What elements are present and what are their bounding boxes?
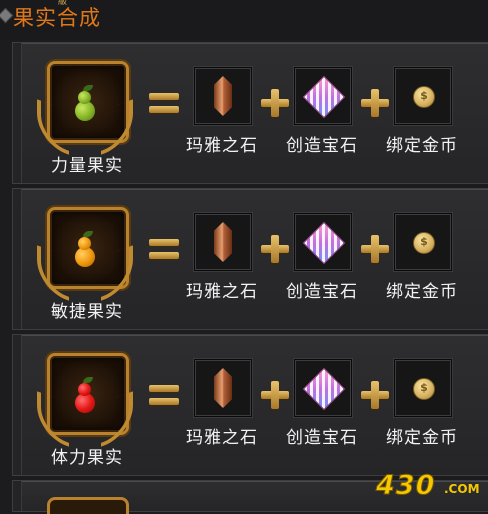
product-slot[interactable]: 力量果实: [37, 61, 137, 176]
recipe-row: 力量果实 玛雅之石 创造宝石 $ 绑定金币: [12, 42, 488, 184]
ingredient-slot-creation-gem[interactable]: [294, 213, 352, 271]
ingredient-slot-bound-gold[interactable]: $: [394, 213, 452, 271]
plus-icon: [361, 89, 389, 117]
product-slot[interactable]: 体力果实: [37, 353, 137, 468]
ingredient-slot-creation-gem[interactable]: [294, 67, 352, 125]
maya-stone-icon: [214, 368, 232, 408]
gold-coin-icon: $: [413, 86, 435, 108]
ingredient-slot-maya-stone[interactable]: [194, 67, 252, 125]
creation-gem-icon: [302, 221, 346, 265]
recipe-row: 敏捷果实 玛雅之石 创造宝石 $ 绑定金币: [12, 188, 488, 330]
ingredient-label: 玛雅之石: [186, 428, 258, 448]
gold-coin-icon: $: [413, 378, 435, 400]
site-watermark-logo: 430 .COM: [375, 470, 480, 502]
plus-icon: [361, 235, 389, 263]
row-edge: [13, 189, 22, 329]
maya-stone-icon: [214, 222, 232, 262]
equals-icon: [149, 93, 179, 115]
ingredient-label: 创造宝石: [286, 428, 358, 448]
plus-icon: [261, 89, 289, 117]
creation-gem-icon: [302, 367, 346, 411]
plus-icon: [261, 235, 289, 263]
ingredient-slot-creation-gem[interactable]: [294, 359, 352, 417]
product-frame: [47, 497, 129, 514]
ingredient-label: 玛雅之石: [186, 136, 258, 156]
creation-gem-icon: [302, 75, 346, 119]
row-edge: [13, 481, 22, 511]
header-badge: 級: [58, 0, 68, 7]
maya-stone-icon: [214, 76, 232, 116]
ingredient-label: 绑定金币: [386, 282, 458, 302]
ingredient-slot-maya-stone[interactable]: [194, 213, 252, 271]
plus-icon: [261, 381, 289, 409]
panel-header: 果实合成 級: [0, 0, 488, 40]
ingredient-label: 玛雅之石: [186, 282, 258, 302]
ingredient-slot-bound-gold[interactable]: $: [394, 67, 452, 125]
gold-coin-icon: $: [413, 232, 435, 254]
ingredient-label: 绑定金币: [386, 428, 458, 448]
equals-icon: [149, 385, 179, 407]
product-name: 体力果实: [51, 448, 123, 468]
ingredient-label: 创造宝石: [286, 282, 358, 302]
equals-icon: [149, 239, 179, 261]
ingredient-label: 绑定金币: [386, 136, 458, 156]
page-title: 果实合成: [13, 6, 101, 30]
product-name: 敏捷果实: [51, 302, 123, 322]
row-edge: [13, 43, 22, 183]
plus-icon: [361, 381, 389, 409]
product-slot[interactable]: 敏捷果实: [37, 207, 137, 322]
ingredient-slot-bound-gold[interactable]: $: [394, 359, 452, 417]
recipe-row: 体力果实 玛雅之石 创造宝石 $ 绑定金币: [12, 334, 488, 476]
row-edge: [13, 335, 22, 475]
product-name: 力量果实: [51, 156, 123, 176]
collapse-diamond-icon[interactable]: [0, 7, 14, 24]
ingredient-label: 创造宝石: [286, 136, 358, 156]
ingredient-slot-maya-stone[interactable]: [194, 359, 252, 417]
